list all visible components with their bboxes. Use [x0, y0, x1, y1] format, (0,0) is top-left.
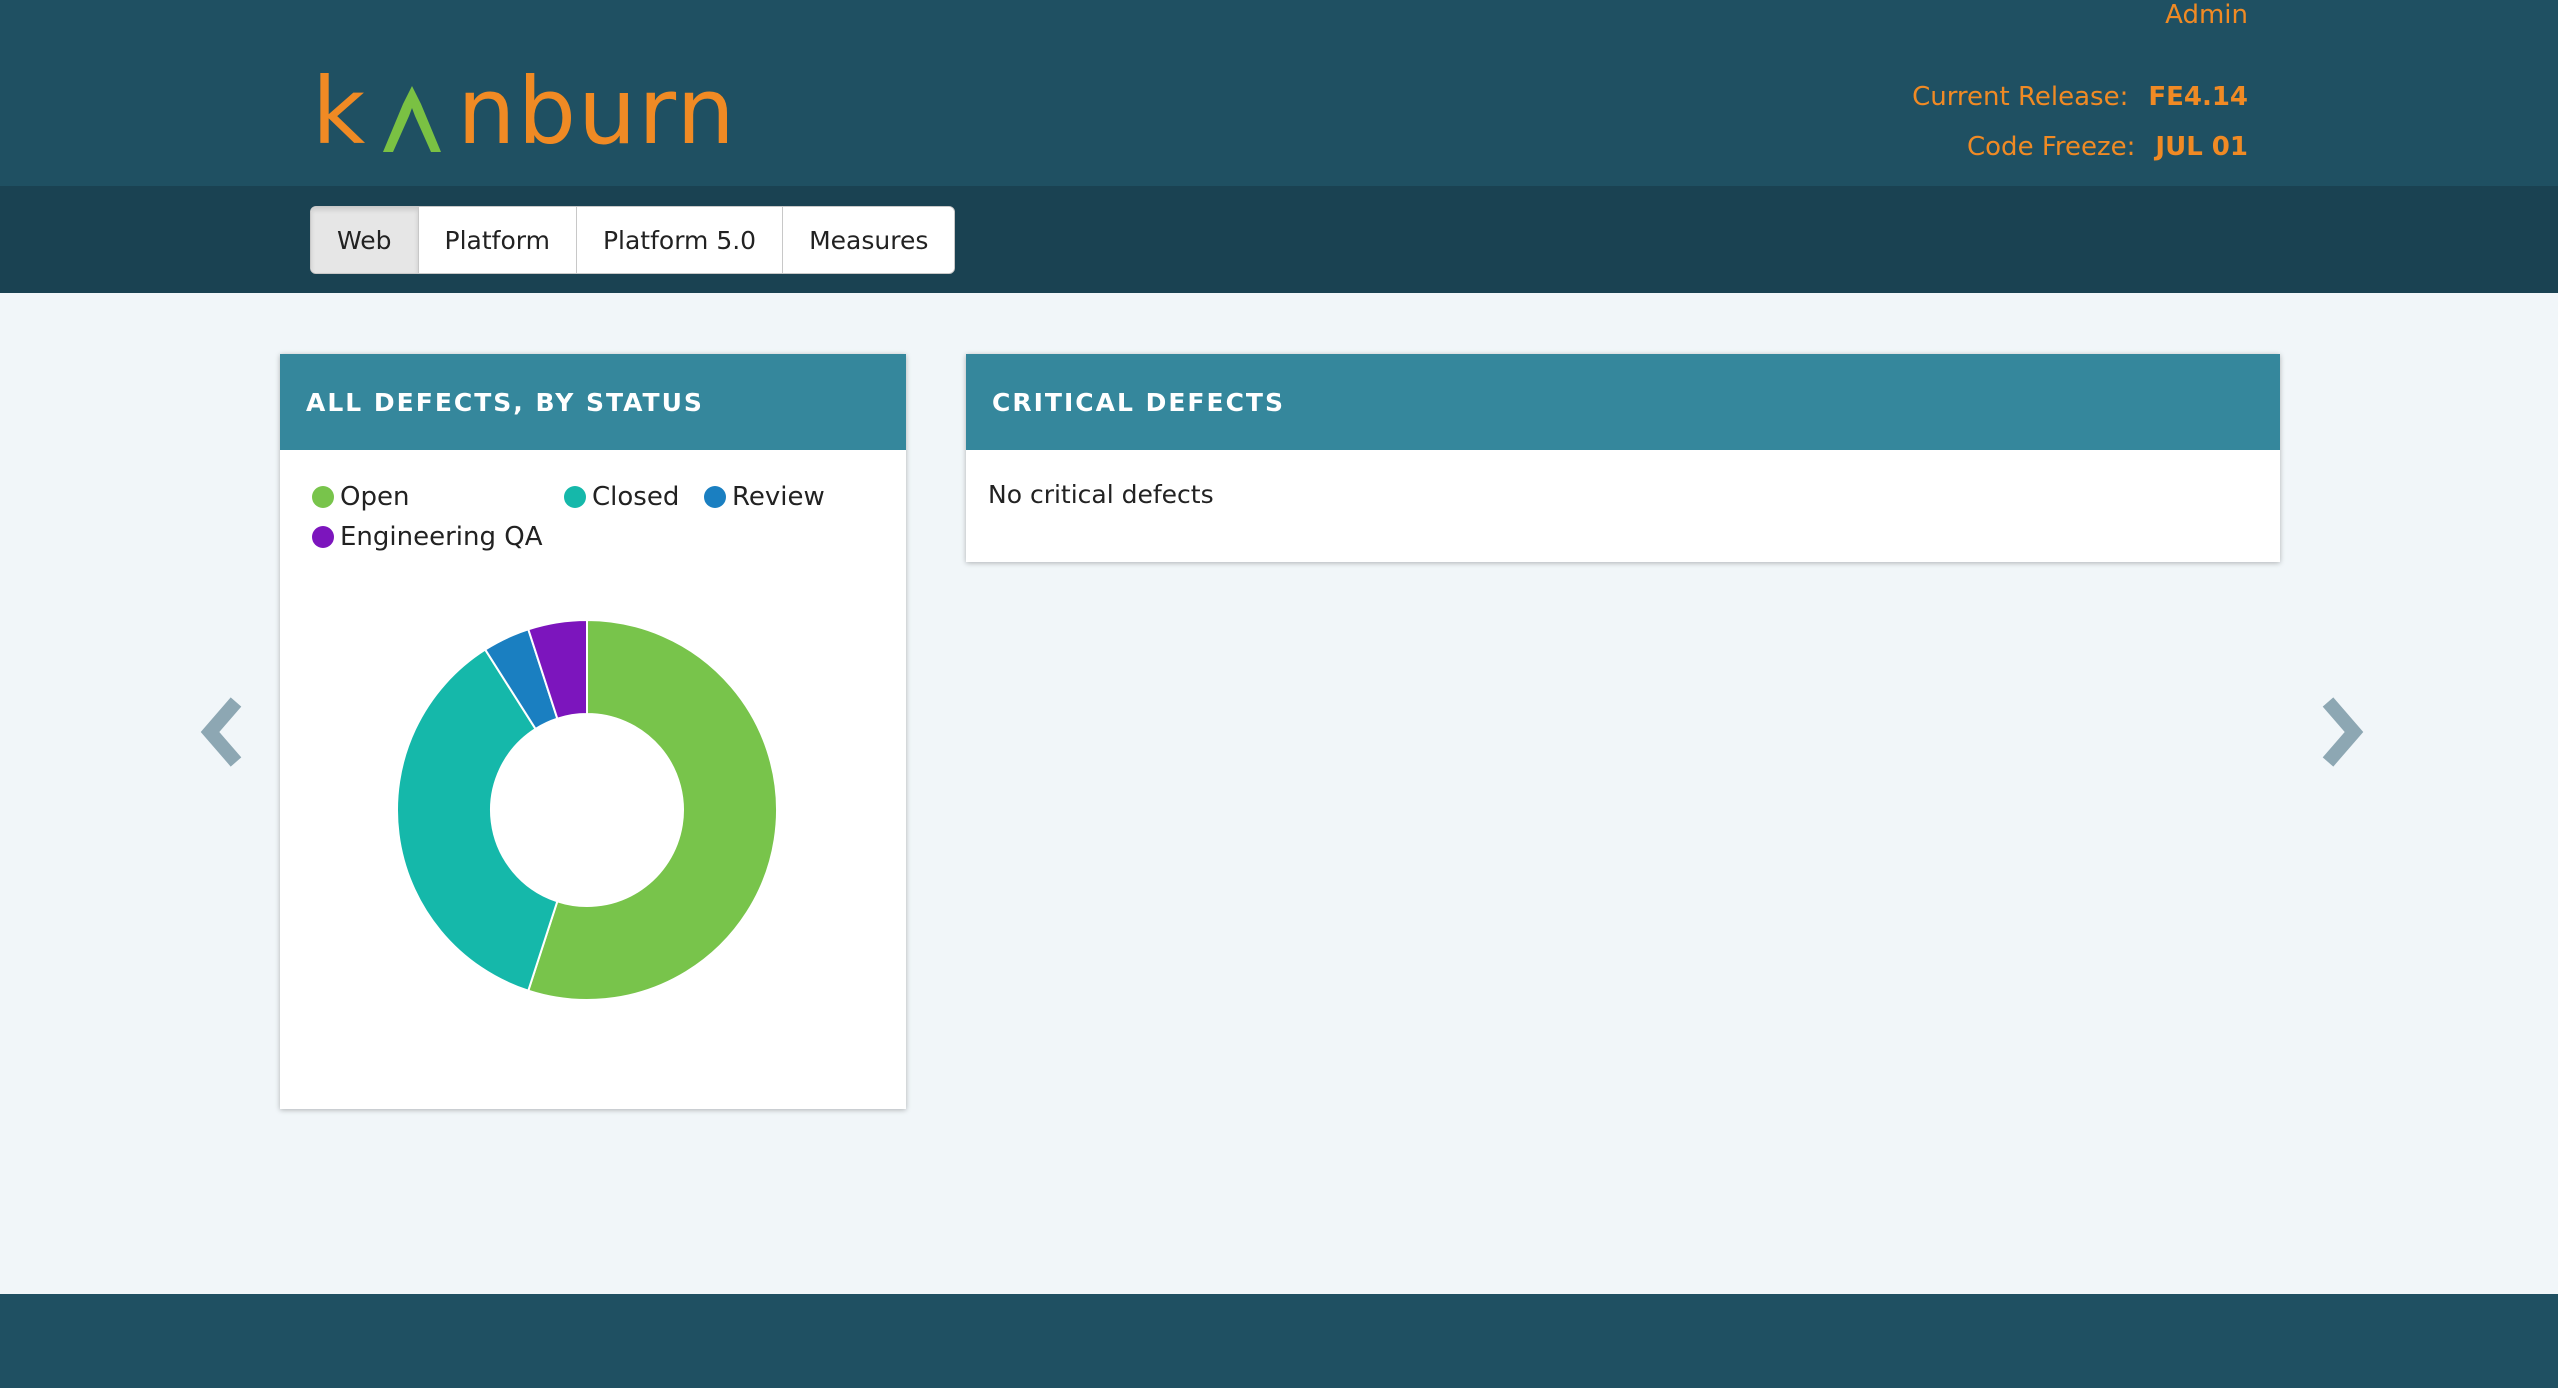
current-release-label: Current Release:: [1912, 82, 2129, 112]
chevron-left-icon[interactable]: [190, 692, 250, 772]
admin-link[interactable]: Admin: [2165, 0, 2248, 30]
tab-web[interactable]: Web: [311, 207, 419, 273]
nav-bar: Web Platform Platform 5.0 Measures: [0, 186, 2558, 293]
logo-text-left: k: [312, 58, 368, 165]
tab-measures[interactable]: Measures: [783, 207, 955, 273]
code-freeze-value: JUL 01: [2155, 132, 2248, 162]
tab-platform-5-0[interactable]: Platform 5.0: [576, 207, 784, 273]
chevron-right-icon[interactable]: [2314, 692, 2374, 772]
app-header: Admin k nburn Current Release: FE4.14 Co…: [0, 0, 2558, 186]
no-critical-defects-message: No critical defects: [988, 480, 1214, 509]
code-freeze-label: Code Freeze:: [1967, 132, 2136, 162]
logo-text-right: nburn: [457, 58, 737, 165]
logo-mark-icon: [383, 86, 442, 152]
defects-donut-chart: [396, 618, 778, 1001]
current-release-value: FE4.14: [2148, 82, 2248, 112]
tab-platform[interactable]: Platform: [418, 207, 577, 273]
all-defects-panel: ALL DEFECTS, BY STATUS Open Closed Revie…: [280, 354, 906, 1109]
tab-group: Web Platform Platform 5.0 Measures: [310, 206, 956, 274]
critical-defects-panel: CRITICAL DEFECTS No critical defects: [966, 354, 2280, 562]
release-info: Current Release: FE4.14 Code Freeze: JUL…: [1912, 72, 2248, 172]
kanburn-logo[interactable]: k nburn: [312, 62, 737, 162]
app-footer: [0, 1294, 2558, 1388]
critical-defects-panel-title: CRITICAL DEFECTS: [966, 354, 2280, 450]
